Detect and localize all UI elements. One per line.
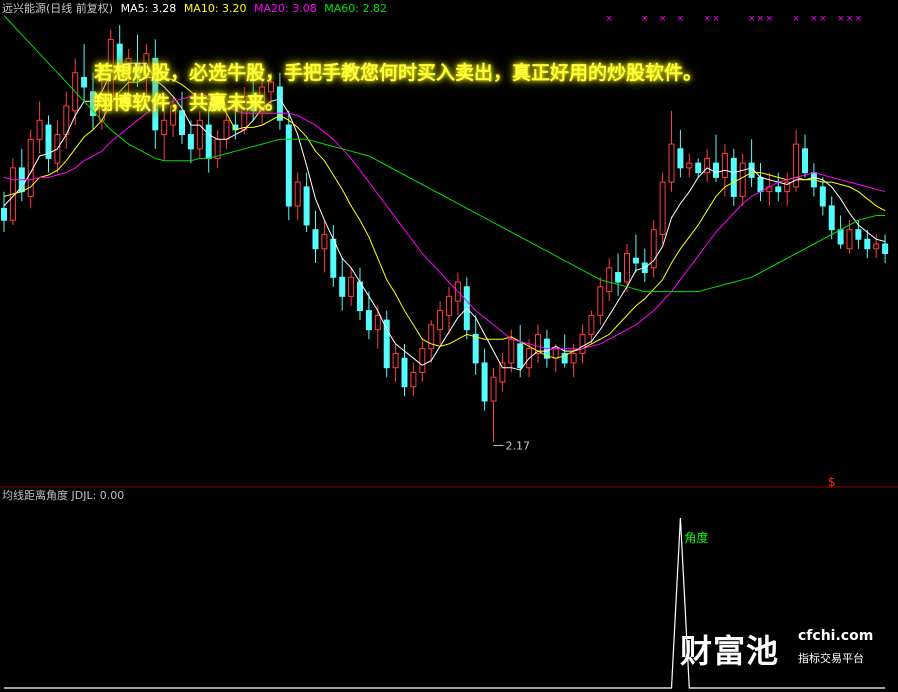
candle-body (81, 76, 88, 88)
jdjl-label: 角度 (684, 530, 708, 545)
candle-body (481, 362, 488, 402)
candle-body (36, 119, 43, 140)
candle-body (668, 143, 675, 183)
candle-body (303, 186, 310, 226)
top-marker: × (766, 14, 774, 24)
candle-body (686, 162, 693, 169)
candle-body (365, 310, 372, 331)
candle-body (819, 186, 826, 207)
candle-body (472, 333, 479, 364)
top-marker: × (712, 14, 720, 24)
candle-body (499, 362, 506, 383)
top-marker: × (837, 14, 845, 24)
candle-body (846, 229, 853, 250)
candle-body (713, 162, 719, 178)
candle-body (695, 162, 702, 174)
candle-body (882, 243, 889, 255)
indicator-value: JDJL: 0.00 (71, 489, 125, 502)
candle-body (730, 157, 737, 197)
candle-body (285, 124, 292, 207)
candle-body (374, 314, 381, 331)
candle-body (490, 376, 497, 402)
promo-banner: 若想炒股，必选牛股，手把手教您何时买入卖出，真正好用的炒股软件。 翔博软件，共赢… (94, 58, 894, 118)
candle-body (428, 324, 435, 350)
top-marker: × (605, 14, 613, 24)
candle-body (873, 243, 880, 250)
top-marker: × (792, 14, 800, 24)
top-marker: × (748, 14, 756, 24)
candle-body (437, 310, 444, 331)
ma10-legend: MA10: 3.20 (183, 2, 247, 15)
ma10-line (3, 77, 886, 359)
low-label: 2.17 (506, 439, 531, 452)
candle-body (339, 276, 346, 297)
candle-body (223, 119, 230, 140)
candle-body (757, 176, 764, 193)
candle-body (294, 181, 301, 207)
candle-body (196, 119, 203, 150)
promo-line-1: 若想炒股，必选牛股，手把手教您何时买入卖出，真正好用的炒股软件。 (94, 62, 703, 84)
candle-body (677, 148, 684, 169)
top-marker: × (819, 14, 827, 24)
main-legend: 远兴能源(日线 前复权) MA5: 3.28 MA10: 3.20 MA20: … (2, 2, 391, 16)
top-marker: × (855, 14, 863, 24)
candle-body (383, 319, 390, 369)
top-marker: × (677, 14, 685, 24)
stock-title: 远兴能源(日线 前复权) (2, 2, 114, 15)
candle-body (419, 348, 426, 373)
candle-body (632, 257, 639, 264)
candle-body (864, 238, 871, 250)
candle-body (624, 253, 630, 283)
candle-body (721, 153, 728, 178)
candle-body (579, 333, 586, 354)
candle-body (828, 205, 835, 231)
candle-body (775, 186, 782, 193)
candle-body (802, 148, 808, 174)
candle-body (348, 276, 355, 297)
ma60-line (3, 15, 886, 293)
candle-body (570, 352, 577, 364)
candle-body (588, 314, 595, 335)
candle-body (615, 272, 622, 283)
promo-line-2: 翔博软件，共赢未来。 (94, 92, 285, 114)
candle-body (187, 134, 194, 150)
indicator-title: 均线距离角度 (2, 489, 68, 502)
watermark: 财富池 cfchi.com 指标交易平台 (680, 624, 885, 672)
candle-body (446, 295, 452, 316)
candle-body (410, 371, 417, 388)
candle-body (552, 348, 559, 359)
candle-body (659, 181, 666, 235)
watermark-domain: cfchi.com (798, 628, 874, 644)
candle-body (855, 229, 862, 240)
candle-body (357, 281, 363, 312)
candle-body (330, 238, 337, 278)
candle-body (161, 119, 168, 136)
top-marker: × (641, 14, 649, 24)
ma20-line (3, 93, 886, 350)
candle-body (739, 162, 746, 197)
candle-body (312, 229, 319, 250)
candle-body (401, 357, 408, 388)
candle-body (321, 233, 328, 250)
candle-body (508, 338, 515, 364)
candle-body (606, 267, 613, 293)
sub-legend: 均线距离角度 JDJL: 0.00 (2, 489, 124, 503)
watermark-logo: 财富池 (680, 632, 780, 670)
candle-body (517, 343, 524, 369)
candle-body (837, 229, 844, 245)
top-marker: × (846, 14, 854, 24)
watermark-tagline: 指标交易平台 (798, 652, 864, 665)
candle-body (205, 124, 212, 159)
ma60-legend: MA60: 2.82 (324, 2, 387, 15)
ma5-legend: MA5: 3.28 (120, 2, 177, 15)
candle-body (392, 352, 399, 369)
candle-body (597, 286, 604, 316)
top-marker: × (810, 14, 818, 24)
signal-marker: $ (828, 475, 836, 489)
ma20-legend: MA20: 3.08 (254, 2, 317, 15)
top-marker: × (703, 14, 711, 24)
top-marker: × (659, 14, 667, 24)
candle-body (1, 207, 7, 221)
top-marker: × (757, 14, 765, 24)
